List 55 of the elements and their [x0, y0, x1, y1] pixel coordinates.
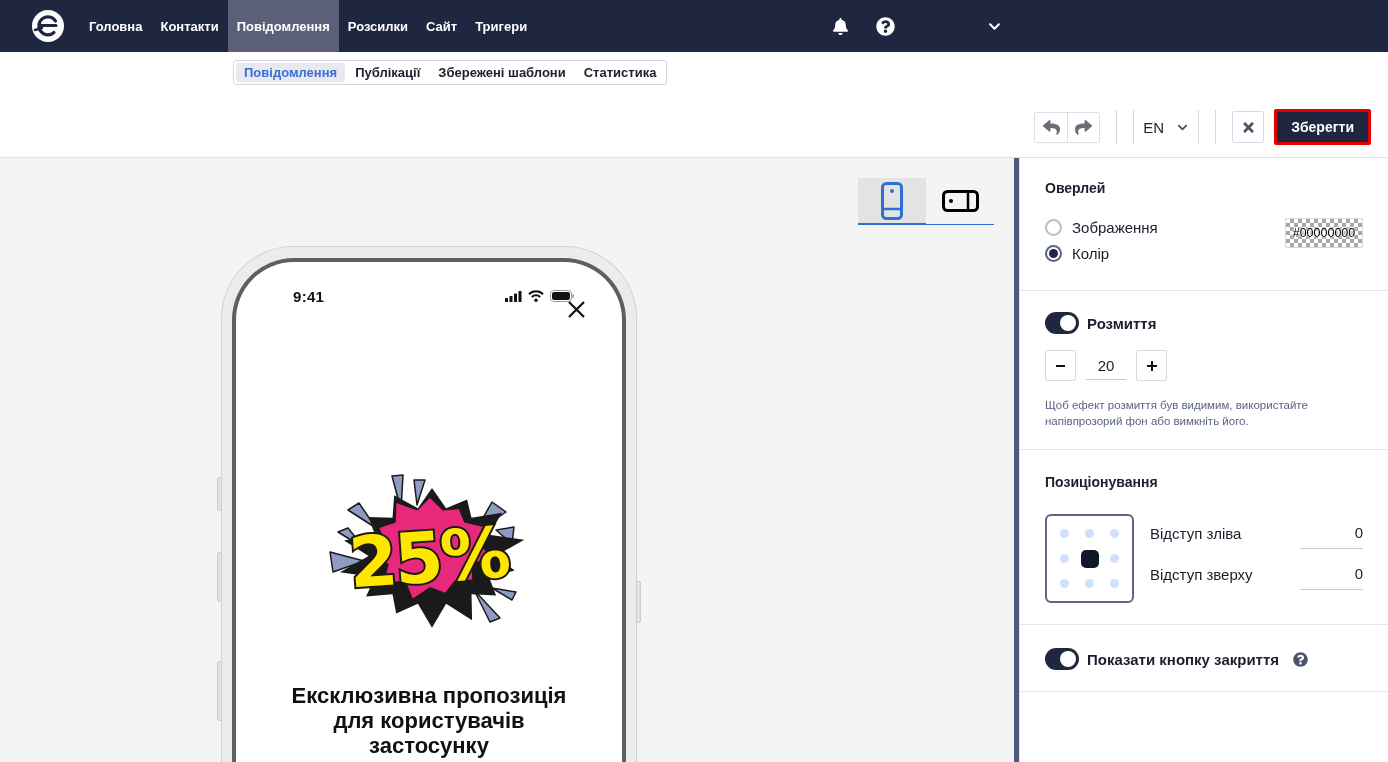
plus-icon — [1146, 360, 1157, 371]
sub-tab[interactable]: Статистика — [575, 63, 665, 82]
radio-button[interactable] — [1045, 218, 1062, 236]
popup-close-button[interactable] — [568, 301, 585, 318]
notifications-button[interactable] — [832, 17, 850, 35]
phone-icon — [881, 181, 903, 220]
radio-button[interactable] — [1045, 244, 1062, 262]
nav-tab[interactable]: Сайт — [417, 0, 467, 52]
section-title: Позиціонування — [1045, 474, 1159, 490]
toggle-label: Показати кнопку закриття — [1087, 650, 1280, 668]
nav-tab[interactable]: Головна — [80, 0, 152, 52]
hint-text: Щоб ефект розмиття був видимим, використайте напівпрозорий фон або вимкніть його. — [1045, 398, 1309, 429]
save-button[interactable]: Зберегти — [1274, 109, 1371, 145]
close-button[interactable] — [1232, 111, 1265, 143]
brand-logo[interactable] — [32, 10, 64, 42]
help-icon — [876, 16, 896, 36]
radio-label[interactable]: Зображення — [1072, 218, 1158, 236]
toggle-switch[interactable] — [1045, 648, 1079, 670]
sub-tab[interactable]: Збережені шаблони — [430, 63, 574, 82]
nav-tab[interactable]: Розсилки — [338, 0, 418, 52]
battery-icon — [550, 290, 574, 302]
field-label: Відступ зверху — [1150, 565, 1253, 583]
wifi-icon — [528, 290, 544, 302]
offset-input[interactable]: 0 — [1300, 558, 1363, 590]
help-icon — [1293, 651, 1309, 667]
offset-input[interactable]: 0 — [1300, 517, 1363, 549]
status-time: 9:41 — [293, 287, 325, 305]
sub-tab[interactable]: Повідомлення — [236, 63, 346, 82]
nav-tab[interactable]: Контакти — [151, 0, 228, 52]
nav-tab[interactable]: Повідомлення — [227, 0, 339, 52]
color-picker-field[interactable]: #00000000 — [1285, 218, 1363, 248]
signal-icon — [505, 290, 522, 302]
position-anchor[interactable] — [1080, 549, 1099, 568]
help-button[interactable] — [1293, 651, 1309, 667]
increment-button[interactable] — [1136, 350, 1167, 381]
section-title: Оверлей — [1045, 180, 1107, 196]
minus-icon — [1056, 364, 1065, 367]
toggle-label: Розмиття — [1087, 314, 1157, 332]
discount-text: 25% — [346, 511, 511, 605]
redo-button[interactable] — [1067, 112, 1100, 142]
popup-title: Ексклюзивна пропозиція для користувачів застосунку — [290, 683, 568, 758]
language-select[interactable]: EN — [1133, 110, 1200, 144]
field-label: Відступ зліва — [1150, 524, 1242, 542]
radio-label[interactable]: Колір — [1072, 244, 1110, 262]
blur-value-input[interactable]: 20 — [1086, 351, 1126, 380]
help-button[interactable] — [876, 16, 896, 36]
nav-tab[interactable]: Тригери — [466, 0, 537, 52]
landscape-device-icon — [941, 190, 979, 212]
panel-resize-handle[interactable] — [1014, 158, 1019, 762]
bell-icon — [832, 17, 850, 35]
redo-icon — [1075, 118, 1093, 136]
sub-tab[interactable]: Публікації — [347, 63, 429, 82]
close-icon — [568, 301, 585, 318]
undo-icon — [1042, 118, 1060, 136]
toggle-switch[interactable] — [1045, 312, 1079, 334]
